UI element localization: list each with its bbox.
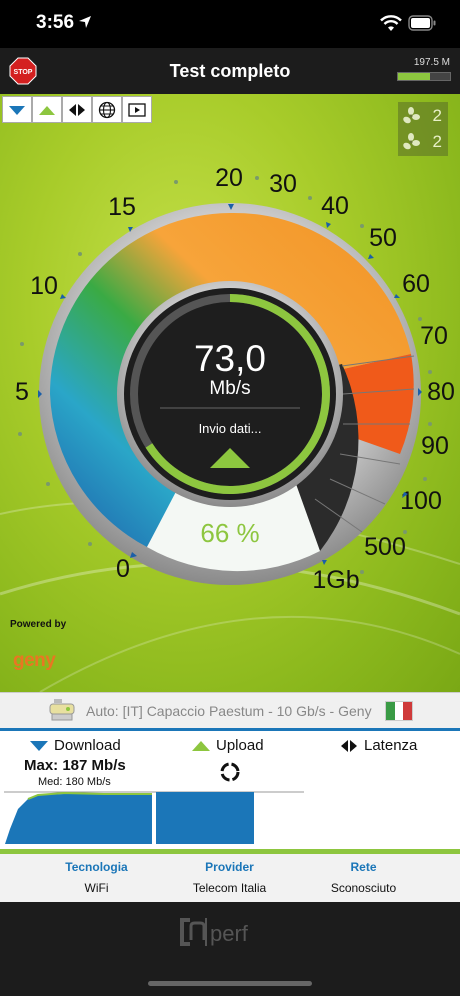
scale-label: 80 [427,378,455,406]
results-panel: Download Upload Latenza Max: 187 Mb/s Me… [0,728,460,849]
memory-label: 197.5 M [413,57,450,68]
video-icon [128,102,146,117]
page-title: Test completo [169,61,291,81]
scale-label: 10 [30,272,58,300]
download-header: Download [30,737,121,754]
scale-label: 40 [321,192,349,220]
network-value: Sconosciuto [330,881,397,895]
provider-label: Provider [205,860,254,874]
location-arrow-icon [79,16,91,28]
scale-label: 60 [402,270,430,298]
italy-flag-icon [385,701,413,721]
server-selector[interactable]: Auto: [IT] Capaccio Paestum - 10 Gb/s - … [0,692,460,728]
fan-icon [403,133,420,150]
scale-label: 50 [369,224,397,252]
scale-label: 15 [108,193,136,221]
thread-counter: 2 2 [398,102,448,156]
scale-label: 500 [364,533,406,561]
technology-info: Tecnologia WiFi [20,854,173,895]
server-name: Auto: [IT] Capaccio Paestum - 10 Gb/s - … [86,703,372,719]
latency-label: Latenza [364,737,418,754]
status-bar: 3:56 [0,0,460,48]
download-median: Med: 180 Mb/s [38,776,111,788]
app-header: STOP Test completo 197.5 M [0,48,460,94]
connection-info: Tecnologia WiFi Provider Telecom Italia … [0,854,460,902]
upload-icon [39,105,55,115]
download-toggle-button[interactable] [2,96,32,123]
speed-value: 73,0 [193,338,266,379]
download-icon [30,740,48,751]
memory-bar [397,72,451,81]
app-footer: perf [0,902,460,996]
latency-header: Latenza [340,737,417,754]
upload-toggle-button[interactable] [32,96,62,123]
scale-label: 100 [400,487,442,515]
latency-icon [341,739,357,752]
scale-label: 0 [116,555,130,583]
counter-value: 2 [432,132,442,151]
upload-label: Upload [216,737,264,754]
test-status: Invio dati... [198,421,262,436]
battery-icon [408,15,436,31]
browse-toggle-button[interactable] [92,96,122,123]
status-time: 3:56 [36,12,75,33]
scale-label: 5 [15,378,29,406]
server-icon [49,699,75,721]
powered-by-label: Powered by [10,619,67,630]
scale-label: 90 [421,432,449,460]
geny-logo[interactable]: geny [13,650,56,672]
technology-label: Tecnologia [65,860,128,874]
scale-label: 1Gb [312,566,359,594]
speed-unit: Mb/s [209,378,251,399]
upload-icon [192,740,210,751]
network-info: Rete Sconosciuto [287,854,440,895]
scale-label: 20 [215,164,243,192]
network-label: Rete [350,860,377,874]
logo-text: perf [210,921,249,946]
download-icon [9,105,25,115]
scale-label: 30 [269,170,297,198]
counter-value: 2 [432,106,442,125]
globe-icon [98,101,116,118]
wifi-icon [380,15,402,31]
provider-info: Provider Telecom Italia [153,854,306,895]
fan-icon [403,107,420,124]
nperf-logo: perf [180,918,249,946]
gauge-panel: 0 5 10 15 20 30 40 50 60 70 80 90 100 50… [0,94,460,692]
progress-percent: 66 % [200,518,260,548]
streaming-toggle-button[interactable] [122,96,152,123]
home-indicator[interactable] [148,981,312,986]
technology-value: WiFi [84,881,109,895]
counter-row: 2 [398,130,448,154]
latency-icon [69,103,85,116]
gauge-toolbar [2,96,152,123]
scale-label: 70 [420,322,448,350]
sync-icon [220,762,240,782]
download-label: Download [54,737,121,754]
latency-toggle-button[interactable] [62,96,92,123]
speed-graph [4,791,304,844]
upload-header: Upload [192,737,264,754]
download-max: Max: 187 Mb/s [24,757,126,774]
memory-bar-fill [398,73,431,80]
counter-row: 2 [398,104,448,128]
provider-value: Telecom Italia [192,881,267,895]
